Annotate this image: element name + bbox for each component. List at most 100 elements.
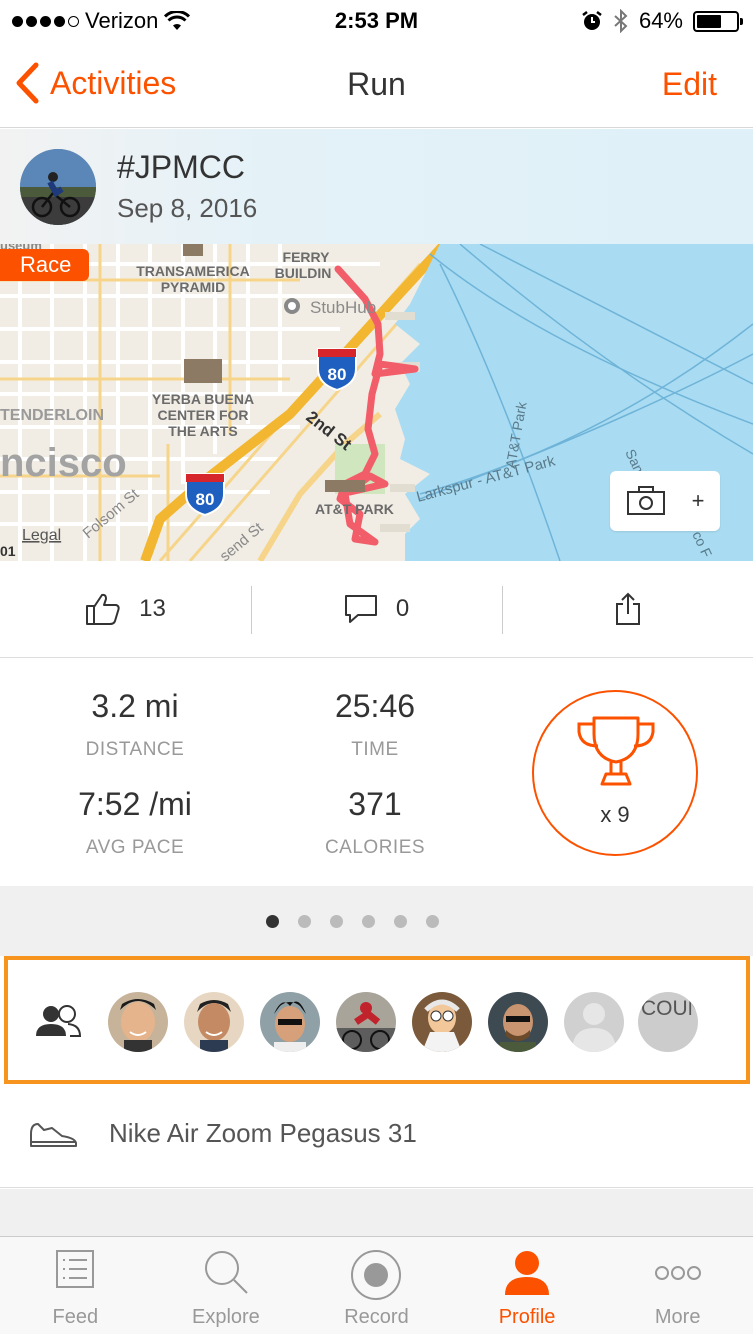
page-dot[interactable] — [394, 915, 407, 928]
record-icon — [351, 1250, 402, 1300]
battery-icon — [693, 10, 743, 32]
distance-value: 3.2 mi — [91, 688, 179, 724]
section-spacer — [0, 1189, 753, 1236]
shoe-icon — [30, 1123, 77, 1147]
tab-label-record: Record — [344, 1306, 409, 1328]
athlete-avatar-5[interactable] — [412, 992, 472, 1052]
athlete-avatar-1[interactable] — [108, 992, 168, 1052]
svg-text:PYRAMID: PYRAMID — [161, 279, 226, 295]
bluetooth-icon — [614, 9, 628, 33]
carousel-area — [0, 886, 753, 956]
achievement-count: x 9 — [600, 802, 630, 827]
activity-name: #JPMCC — [117, 149, 246, 185]
page-dot[interactable] — [298, 915, 311, 928]
page-indicator[interactable] — [0, 915, 729, 928]
group-athletes-row: COUNT... — [4, 956, 750, 1084]
add-photo-button[interactable]: + — [610, 471, 720, 531]
share-button[interactable] — [502, 561, 753, 657]
pace-value: 7:52 /mi — [78, 786, 192, 822]
calories-stat: 371 CALORIES — [255, 786, 495, 859]
athlete-avatar-default[interactable] — [564, 992, 624, 1052]
comment-button[interactable]: 0 — [251, 561, 502, 657]
page-dot[interactable] — [362, 915, 375, 928]
time-value: 25:46 — [334, 688, 416, 724]
activity-hero: #JPMCC Sep 8, 2016 80 80 TRANSAMERICA PY… — [0, 129, 753, 561]
share-icon — [615, 592, 640, 625]
athlete-avatar-4[interactable] — [336, 992, 396, 1052]
page-dot[interactable] — [330, 915, 343, 928]
trophy-icon — [577, 716, 655, 786]
comment-icon — [344, 595, 377, 623]
pace-stat: 7:52 /mi AVG PACE — [15, 786, 255, 859]
svg-text:YERBA BUENA: YERBA BUENA — [152, 391, 254, 407]
svg-text:ncisco: ncisco — [0, 441, 127, 485]
more-icon — [654, 1266, 701, 1280]
svg-text:TENDERLOIN: TENDERLOIN — [0, 407, 104, 424]
alarm-icon — [582, 11, 602, 30]
tab-feed[interactable]: Feed — [0, 1237, 151, 1334]
more-athletes-avatar[interactable]: COUNT... — [638, 992, 698, 1052]
svg-text:80: 80 — [328, 365, 347, 384]
svg-text:AT&T PARK: AT&T PARK — [315, 501, 394, 517]
athlete-avatar-2[interactable] — [184, 992, 244, 1052]
tab-more[interactable]: More — [602, 1237, 753, 1334]
chevron-left-icon — [16, 62, 39, 104]
pace-label: AVG PACE — [85, 837, 185, 858]
athlete-avatar[interactable] — [20, 149, 96, 225]
race-badge: Race — [0, 249, 90, 281]
tab-bar: Feed Explore Record Profile More — [0, 1236, 753, 1334]
interstate-80-shield-1: 80 — [317, 348, 357, 392]
edit-button[interactable]: Edit — [662, 66, 717, 103]
calories-value: 371 — [348, 786, 402, 822]
tab-label-explore: Explore — [191, 1306, 260, 1328]
plus-icon: + — [691, 488, 705, 513]
comment-count: 0 — [395, 595, 410, 622]
distance-stat: 3.2 mi DISTANCE — [15, 688, 255, 761]
achievements-button[interactable]: x 9 — [532, 690, 698, 856]
status-right: 64% — [581, 8, 743, 34]
battery-percent: 64% — [638, 8, 683, 33]
svg-text:Legal: Legal — [22, 527, 61, 544]
svg-text:StubHub: StubHub — [310, 298, 376, 317]
svg-text:THE ARTS: THE ARTS — [168, 423, 237, 439]
tab-record[interactable]: Record — [301, 1237, 452, 1334]
svg-text:BUILDIN: BUILDIN — [275, 265, 332, 281]
group-athletes-icon — [36, 1005, 82, 1037]
time-stat: 25:46 TIME — [255, 688, 495, 761]
svg-text:CENTER FOR: CENTER FOR — [158, 407, 249, 423]
feed-icon — [56, 1250, 95, 1288]
athlete-avatar-3[interactable] — [260, 992, 320, 1052]
svg-text:01: 01 — [0, 543, 16, 559]
activity-date: Sep 8, 2016 — [117, 193, 258, 223]
status-bar: Verizon 2:53 PM 64% — [0, 0, 753, 40]
social-bar: 13 0 — [0, 561, 753, 658]
tab-explore[interactable]: Explore — [151, 1237, 302, 1334]
page-dot[interactable] — [426, 915, 439, 928]
tab-profile[interactable]: Profile — [452, 1237, 603, 1334]
athlete-avatar-6[interactable] — [488, 992, 548, 1052]
interstate-80-shield-2: 80 — [185, 473, 225, 517]
svg-text:FERRY: FERRY — [283, 249, 331, 265]
calories-label: CALORIES — [324, 837, 426, 858]
distance-label: DISTANCE — [85, 739, 185, 760]
activity-header: #JPMCC Sep 8, 2016 — [0, 129, 753, 244]
back-button[interactable]: Activities — [14, 62, 176, 104]
kudos-button[interactable]: 13 — [0, 561, 251, 657]
svg-text:TRANSAMERICA: TRANSAMERICA — [136, 263, 250, 279]
camera-icon — [626, 486, 665, 515]
time-label: TIME — [351, 739, 399, 760]
navigation-bar: Activities Run Edit — [0, 40, 753, 128]
tab-label-feed: Feed — [52, 1306, 99, 1328]
profile-icon — [505, 1251, 550, 1295]
page-dot[interactable] — [266, 915, 279, 928]
thumbs-up-icon — [86, 593, 120, 625]
back-label: Activities — [50, 64, 177, 101]
tab-label-profile: Profile — [498, 1306, 556, 1328]
search-icon — [204, 1251, 248, 1294]
shoe-name: Nike Air Zoom Pegasus 31 — [109, 1118, 417, 1148]
activity-stats: 3.2 mi DISTANCE 25:46 TIME 7:52 /mi AVG … — [0, 658, 753, 886]
gear-row[interactable]: Nike Air Zoom Pegasus 31 — [0, 1084, 753, 1188]
kudos-count: 13 — [139, 595, 166, 622]
tab-label-more: More — [654, 1306, 701, 1328]
svg-text:80: 80 — [196, 490, 215, 509]
